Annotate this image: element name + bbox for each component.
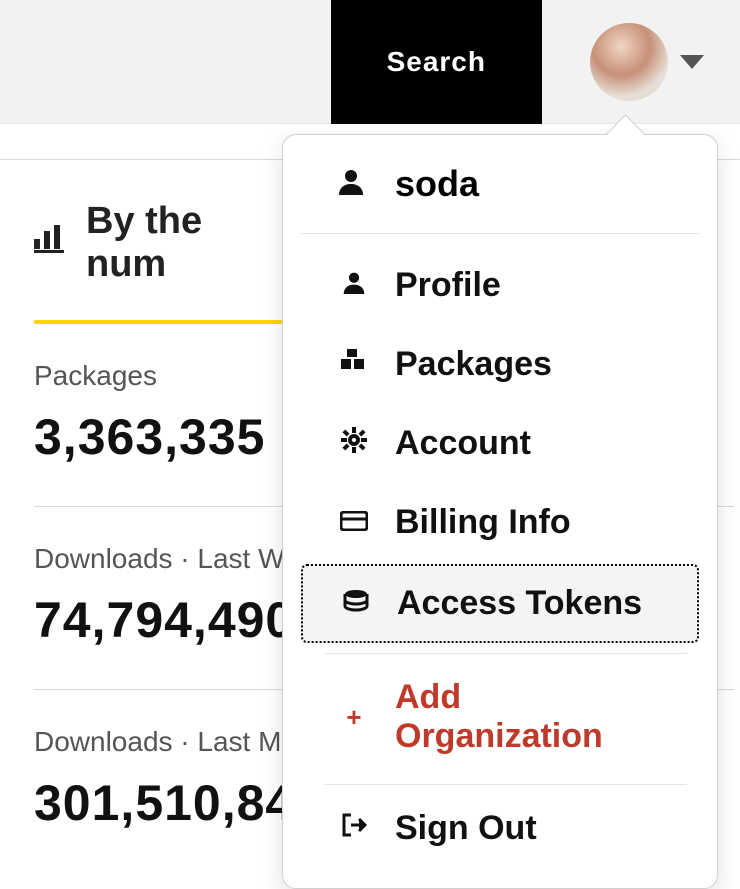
menu-item-label: Billing Info xyxy=(395,503,571,542)
coins-icon xyxy=(339,588,373,619)
menu-item-label: Account xyxy=(395,424,531,463)
menu-username-text: soda xyxy=(395,163,479,205)
menu-username: soda xyxy=(301,163,699,234)
user-menu: soda Profile Packages Account Billing In… xyxy=(282,134,718,889)
gear-icon xyxy=(337,427,371,460)
menu-item-label: Profile xyxy=(395,266,501,305)
menu-item-billing[interactable]: Billing Info xyxy=(301,485,699,560)
menu-item-label: Sign Out xyxy=(395,809,537,848)
menu-item-packages[interactable]: Packages xyxy=(301,327,699,402)
chevron-down-icon[interactable] xyxy=(680,55,704,69)
menu-item-label: Packages xyxy=(395,345,552,384)
bar-chart-icon xyxy=(34,225,64,261)
menu-divider xyxy=(325,784,687,785)
menu-item-access-tokens[interactable]: Access Tokens xyxy=(301,564,699,643)
menu-item-profile[interactable]: Profile xyxy=(301,248,699,323)
plus-icon: + xyxy=(337,702,371,733)
menu-item-add-organization[interactable]: + Add Organization xyxy=(301,660,699,774)
user-icon xyxy=(337,270,371,301)
section-title: By the num xyxy=(34,200,287,324)
user-icon xyxy=(337,167,371,202)
menu-item-label: Access Tokens xyxy=(397,584,642,623)
menu-item-sign-out[interactable]: Sign Out xyxy=(301,791,699,866)
search-button[interactable]: Search xyxy=(331,0,542,124)
menu-divider xyxy=(325,653,687,654)
menu-item-label: Add Organization xyxy=(395,678,663,756)
section-title-text: By the num xyxy=(86,200,287,286)
sign-out-icon xyxy=(337,813,371,844)
packages-icon xyxy=(337,349,371,380)
menu-item-account[interactable]: Account xyxy=(301,406,699,481)
avatar[interactable] xyxy=(590,23,668,101)
topbar: Search xyxy=(0,0,740,124)
credit-card-icon xyxy=(337,507,371,538)
